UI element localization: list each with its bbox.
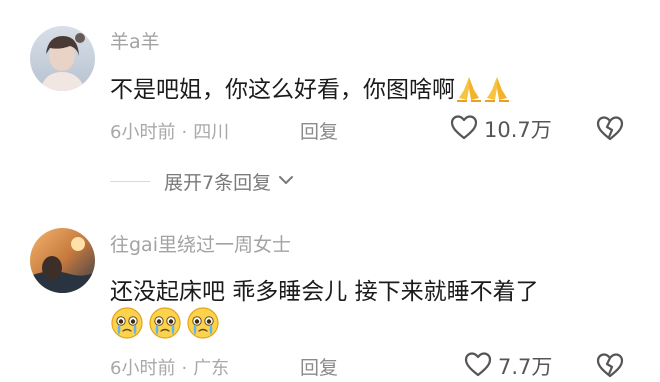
broken-heart-icon — [596, 116, 624, 145]
emoji-row — [110, 306, 220, 344]
username[interactable]: 往gai里绕过一周女士 — [110, 230, 291, 257]
location: 广东 — [193, 358, 230, 379]
heart-icon — [450, 114, 478, 144]
like-count: 10.7万 — [484, 118, 552, 142]
chevron-down-icon[interactable] — [277, 172, 295, 191]
dislike-button[interactable] — [596, 115, 624, 145]
comment-meta: 6小时前 · 广东 — [110, 358, 230, 379]
broken-heart-icon — [596, 353, 624, 382]
expand-replies[interactable]: 展开7条回复 — [110, 168, 295, 195]
like-count: 7.7万 — [498, 355, 553, 379]
reply-button[interactable]: 回复 — [300, 117, 338, 144]
like-button[interactable]: 10.7万 — [450, 114, 552, 144]
like-button[interactable]: 7.7万 — [464, 351, 552, 381]
timestamp: 6小时前 — [110, 358, 176, 379]
reply-button[interactable]: 回复 — [300, 353, 338, 380]
avatar[interactable] — [30, 228, 95, 293]
crying-face-icon — [186, 306, 220, 344]
dislike-button[interactable] — [596, 352, 624, 382]
pray-emoji-icon — [483, 74, 511, 108]
username[interactable]: 羊a羊 — [110, 27, 160, 54]
comment-text: 不是吧姐，你这么好看，你图啥啊 — [110, 70, 511, 108]
comment-text-content: 不是吧姐，你这么好看，你图啥啊 — [110, 77, 455, 103]
expand-replies-label[interactable]: 展开7条回复 — [164, 168, 271, 195]
location: 四川 — [193, 122, 230, 143]
heart-icon — [464, 351, 492, 381]
divider — [110, 181, 150, 182]
crying-face-icon — [110, 306, 144, 344]
pray-emoji-icon — [455, 74, 483, 108]
crying-face-icon — [148, 306, 182, 344]
comment-text: 还没起床吧 乖多睡会儿 接下来就睡不着了 — [110, 279, 539, 305]
timestamp: 6小时前 — [110, 122, 176, 143]
avatar[interactable] — [30, 26, 95, 91]
comment-meta: 6小时前 · 四川 — [110, 122, 230, 143]
